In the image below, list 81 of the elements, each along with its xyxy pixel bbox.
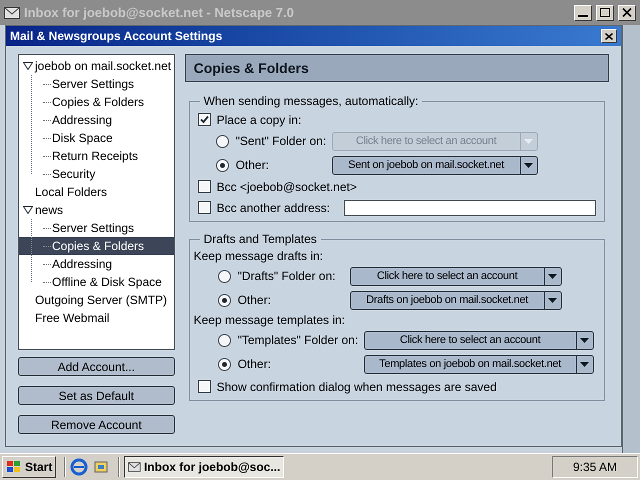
tree-item[interactable]: Addressing: [19, 255, 174, 273]
tree-item[interactable]: Copies & Folders: [19, 237, 174, 255]
radio-button[interactable]: [216, 158, 229, 172]
clock: 9:35 AM: [552, 456, 638, 478]
address-field[interactable]: [344, 200, 596, 216]
close-button[interactable]: [618, 4, 636, 20]
taskbar-task[interactable]: Inbox for joebob@soc...: [124, 456, 284, 478]
windows-logo-icon: [6, 460, 22, 474]
maximize-button[interactable]: [596, 4, 614, 20]
envelope-icon: [128, 461, 141, 473]
browser-icon[interactable]: [70, 458, 88, 476]
minimize-button[interactable]: [574, 4, 592, 20]
account-dropdown[interactable]: Click here to select an account: [350, 266, 562, 286]
expander-icon[interactable]: [23, 62, 33, 70]
checkbox[interactable]: [198, 113, 211, 126]
tree-item[interactable]: Security: [19, 165, 174, 183]
group-legend: Drafts and Templates: [200, 230, 321, 248]
radio-button[interactable]: [218, 294, 231, 306]
start-button[interactable]: Start: [2, 456, 56, 478]
dropdown-value: Click here to select an account: [354, 134, 498, 149]
radio-button[interactable]: [216, 134, 229, 148]
maximize-icon: [600, 8, 610, 17]
tree-item[interactable]: Local Folders: [19, 183, 174, 201]
dropdown-arrow-icon: [580, 362, 590, 366]
dropdown-arrow-icon: [580, 338, 590, 342]
checkbox-label: Show confirmation dialog when messages are saved: [216, 378, 497, 396]
minimize-icon: [578, 14, 588, 16]
radio-label: Other:: [238, 292, 272, 309]
dialog-title: Mail & Newsgroups Account Settings: [10, 28, 224, 45]
tree-item[interactable]: Free Webmail: [19, 309, 174, 327]
window-title: Inbox for joebob@socket.net - Netscape 7.0: [24, 4, 295, 22]
tree-item[interactable]: Addressing: [19, 111, 174, 129]
envelope-icon: [4, 6, 20, 18]
account-dropdown[interactable]: Drafts on joebob on mail.socket.net: [350, 290, 562, 310]
account-button[interactable]: Add Account...: [18, 357, 175, 376]
radio-button[interactable]: [218, 334, 231, 346]
dropdown-value: Templates on joebob on mail.socket.net: [378, 356, 562, 372]
section-heading: Keep message drafts in:: [194, 248, 324, 264]
checkbox[interactable]: [198, 380, 211, 393]
section-heading: Keep message templates in:: [194, 312, 346, 328]
checkbox[interactable]: [198, 201, 211, 214]
account-dropdown[interactable]: Templates on joebob on mail.socket.net: [364, 354, 594, 374]
close-icon: [605, 32, 613, 40]
account-dropdown[interactable]: Sent on joebob on mail.socket.net: [332, 156, 538, 174]
tree-item[interactable]: Return Receipts: [19, 147, 174, 165]
tree-item[interactable]: joebob on mail.socket.net: [19, 57, 174, 75]
account-dropdown[interactable]: Click here to select an account: [364, 330, 594, 350]
group-legend: When sending messages, automatically:: [200, 92, 422, 110]
panel-title: Copies & Folders: [194, 58, 309, 78]
account-button[interactable]: Remove Account: [18, 415, 175, 434]
checkbox-label: Bcc another address:: [216, 200, 330, 216]
checkmark-icon: [200, 115, 209, 124]
radio-label: "Sent" Folder on:: [236, 133, 328, 150]
dropdown-arrow-icon: [548, 298, 558, 302]
dropdown-value: Click here to select an account: [398, 332, 542, 348]
radio-button[interactable]: [218, 358, 231, 370]
dropdown-arrow-icon: [548, 274, 558, 278]
account-button[interactable]: Set as Default: [18, 386, 175, 405]
dropdown-arrow-icon: [524, 162, 534, 168]
checkbox-label: Bcc <joebob@socket.net>: [216, 178, 357, 196]
tree-item[interactable]: Server Settings: [19, 75, 174, 93]
checkbox-label: Place a copy in:: [216, 112, 302, 128]
tree-item[interactable]: Disk Space: [19, 129, 174, 147]
radio-button[interactable]: [218, 270, 231, 282]
tree-item[interactable]: Offline & Disk Space: [19, 273, 174, 291]
dropdown-value: Drafts on joebob on mail.socket.net: [365, 292, 530, 308]
radio-label: Other:: [236, 157, 270, 174]
radio-label: "Drafts" Folder on:: [238, 268, 336, 285]
radio-label: "Templates" Folder on:: [238, 332, 360, 349]
dropdown-value: Sent on joebob on mail.socket.net: [347, 158, 506, 173]
checkbox[interactable]: [198, 180, 211, 193]
tree-item[interactable]: Copies & Folders: [19, 93, 174, 111]
dropdown-value: Click here to select an account: [376, 268, 519, 284]
expander-icon[interactable]: [23, 206, 33, 214]
tree-item[interactable]: news: [19, 201, 174, 219]
close-button[interactable]: [601, 29, 617, 43]
radio-label: Other:: [238, 356, 272, 373]
dropdown-arrow-icon: [524, 138, 534, 144]
close-icon: [622, 8, 632, 17]
tree-item[interactable]: Outgoing Server (SMTP): [19, 291, 174, 309]
tree-item[interactable]: Server Settings: [19, 219, 174, 237]
